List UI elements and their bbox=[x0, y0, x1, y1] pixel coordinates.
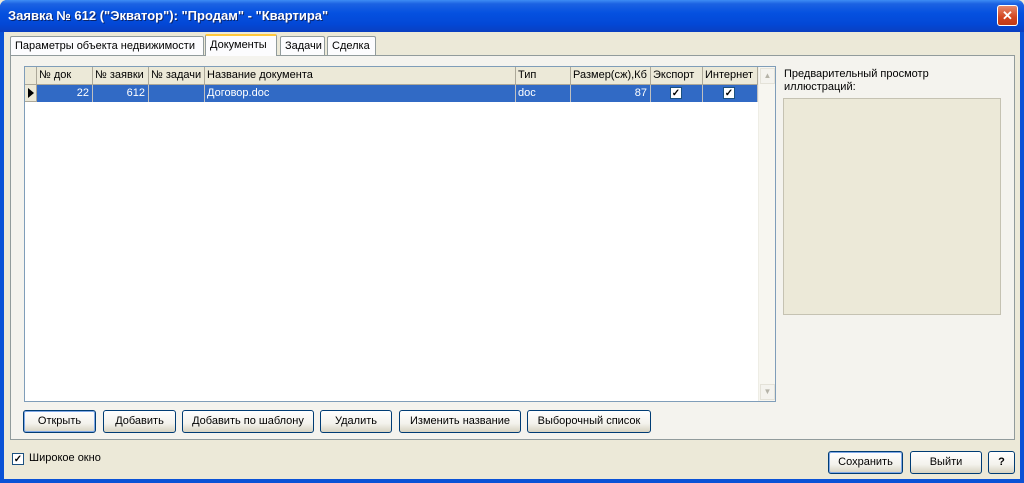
row-indicator[interactable] bbox=[25, 85, 37, 102]
grid-header: № док № заявки № задачи Название докумен… bbox=[25, 67, 758, 85]
cell-type[interactable]: doc bbox=[516, 85, 571, 102]
documents-grid[interactable]: № док № заявки № задачи Название докумен… bbox=[24, 66, 776, 402]
preview-image-area bbox=[783, 98, 1001, 315]
window-title: Заявка № 612 ("Экватор"): "Продам" - "Кв… bbox=[8, 8, 329, 23]
wide-window-checkbox[interactable]: ✓ bbox=[12, 453, 24, 465]
cell-task-no[interactable] bbox=[149, 85, 205, 102]
cell-request-no[interactable]: 612 bbox=[93, 85, 149, 102]
tab-documents[interactable]: Документы bbox=[205, 34, 277, 56]
internet-checkbox[interactable]: ✓ bbox=[723, 87, 735, 99]
tab-tasks[interactable]: Задачи bbox=[280, 36, 325, 55]
col-header-internet[interactable]: Интернет bbox=[703, 67, 758, 85]
preview-label-line1: Предварительный просмотр bbox=[784, 68, 929, 80]
exit-button[interactable]: Выйти bbox=[910, 451, 982, 474]
preview-label-line2: иллюстраций: bbox=[784, 81, 856, 93]
cell-size[interactable]: 87 bbox=[571, 85, 651, 102]
open-button[interactable]: Открыть bbox=[23, 410, 96, 433]
scroll-down-icon[interactable]: ▼ bbox=[760, 384, 775, 400]
cell-doc-name[interactable]: Договор.doc bbox=[205, 85, 516, 102]
close-button[interactable]: ✕ bbox=[997, 5, 1018, 26]
tab-object-parameters[interactable]: Параметры объекта недвижимости bbox=[10, 36, 204, 55]
rename-button[interactable]: Изменить название bbox=[399, 410, 521, 433]
add-from-template-button[interactable]: Добавить по шаблону bbox=[182, 410, 314, 433]
main-window: Заявка № 612 ("Экватор"): "Продам" - "Кв… bbox=[0, 0, 1024, 483]
grid-corner bbox=[25, 67, 37, 85]
col-header-request-no[interactable]: № заявки bbox=[93, 67, 149, 85]
documents-tab-page: № док № заявки № задачи Название докумен… bbox=[10, 55, 1015, 440]
table-row[interactable]: 22 612 Договор.doc doc 87 ✓ ✓ bbox=[25, 85, 758, 102]
col-header-doc-name[interactable]: Название документа bbox=[205, 67, 516, 85]
cell-doc-no[interactable]: 22 bbox=[37, 85, 93, 102]
help-button[interactable]: ? bbox=[988, 451, 1015, 474]
delete-button[interactable]: Удалить bbox=[320, 410, 392, 433]
col-header-size[interactable]: Размер(сж),Кб bbox=[571, 67, 651, 85]
cell-internet: ✓ bbox=[703, 85, 758, 102]
wide-window-label[interactable]: Широкое окно bbox=[29, 452, 101, 464]
tab-deal[interactable]: Сделка bbox=[327, 36, 376, 55]
export-checkbox[interactable]: ✓ bbox=[670, 87, 682, 99]
preview-label: Предварительный просмотр иллюстраций: bbox=[784, 68, 984, 94]
col-header-export[interactable]: Экспорт bbox=[651, 67, 703, 85]
current-row-arrow-icon bbox=[28, 88, 34, 98]
col-header-doc-no[interactable]: № док bbox=[37, 67, 93, 85]
col-header-type[interactable]: Тип bbox=[516, 67, 571, 85]
dialog-client-area: Параметры объекта недвижимости Документы… bbox=[4, 32, 1020, 479]
col-header-task-no[interactable]: № задачи bbox=[149, 67, 205, 85]
select-list-button[interactable]: Выборочный список bbox=[527, 410, 651, 433]
cell-export: ✓ bbox=[651, 85, 703, 102]
save-button[interactable]: Сохранить bbox=[828, 451, 903, 474]
title-bar[interactable]: Заявка № 612 ("Экватор"): "Продам" - "Кв… bbox=[0, 0, 1024, 32]
add-button[interactable]: Добавить bbox=[103, 410, 176, 433]
grid-vertical-scrollbar[interactable]: ▲ ▼ bbox=[758, 67, 775, 401]
scroll-up-icon[interactable]: ▲ bbox=[760, 68, 775, 84]
